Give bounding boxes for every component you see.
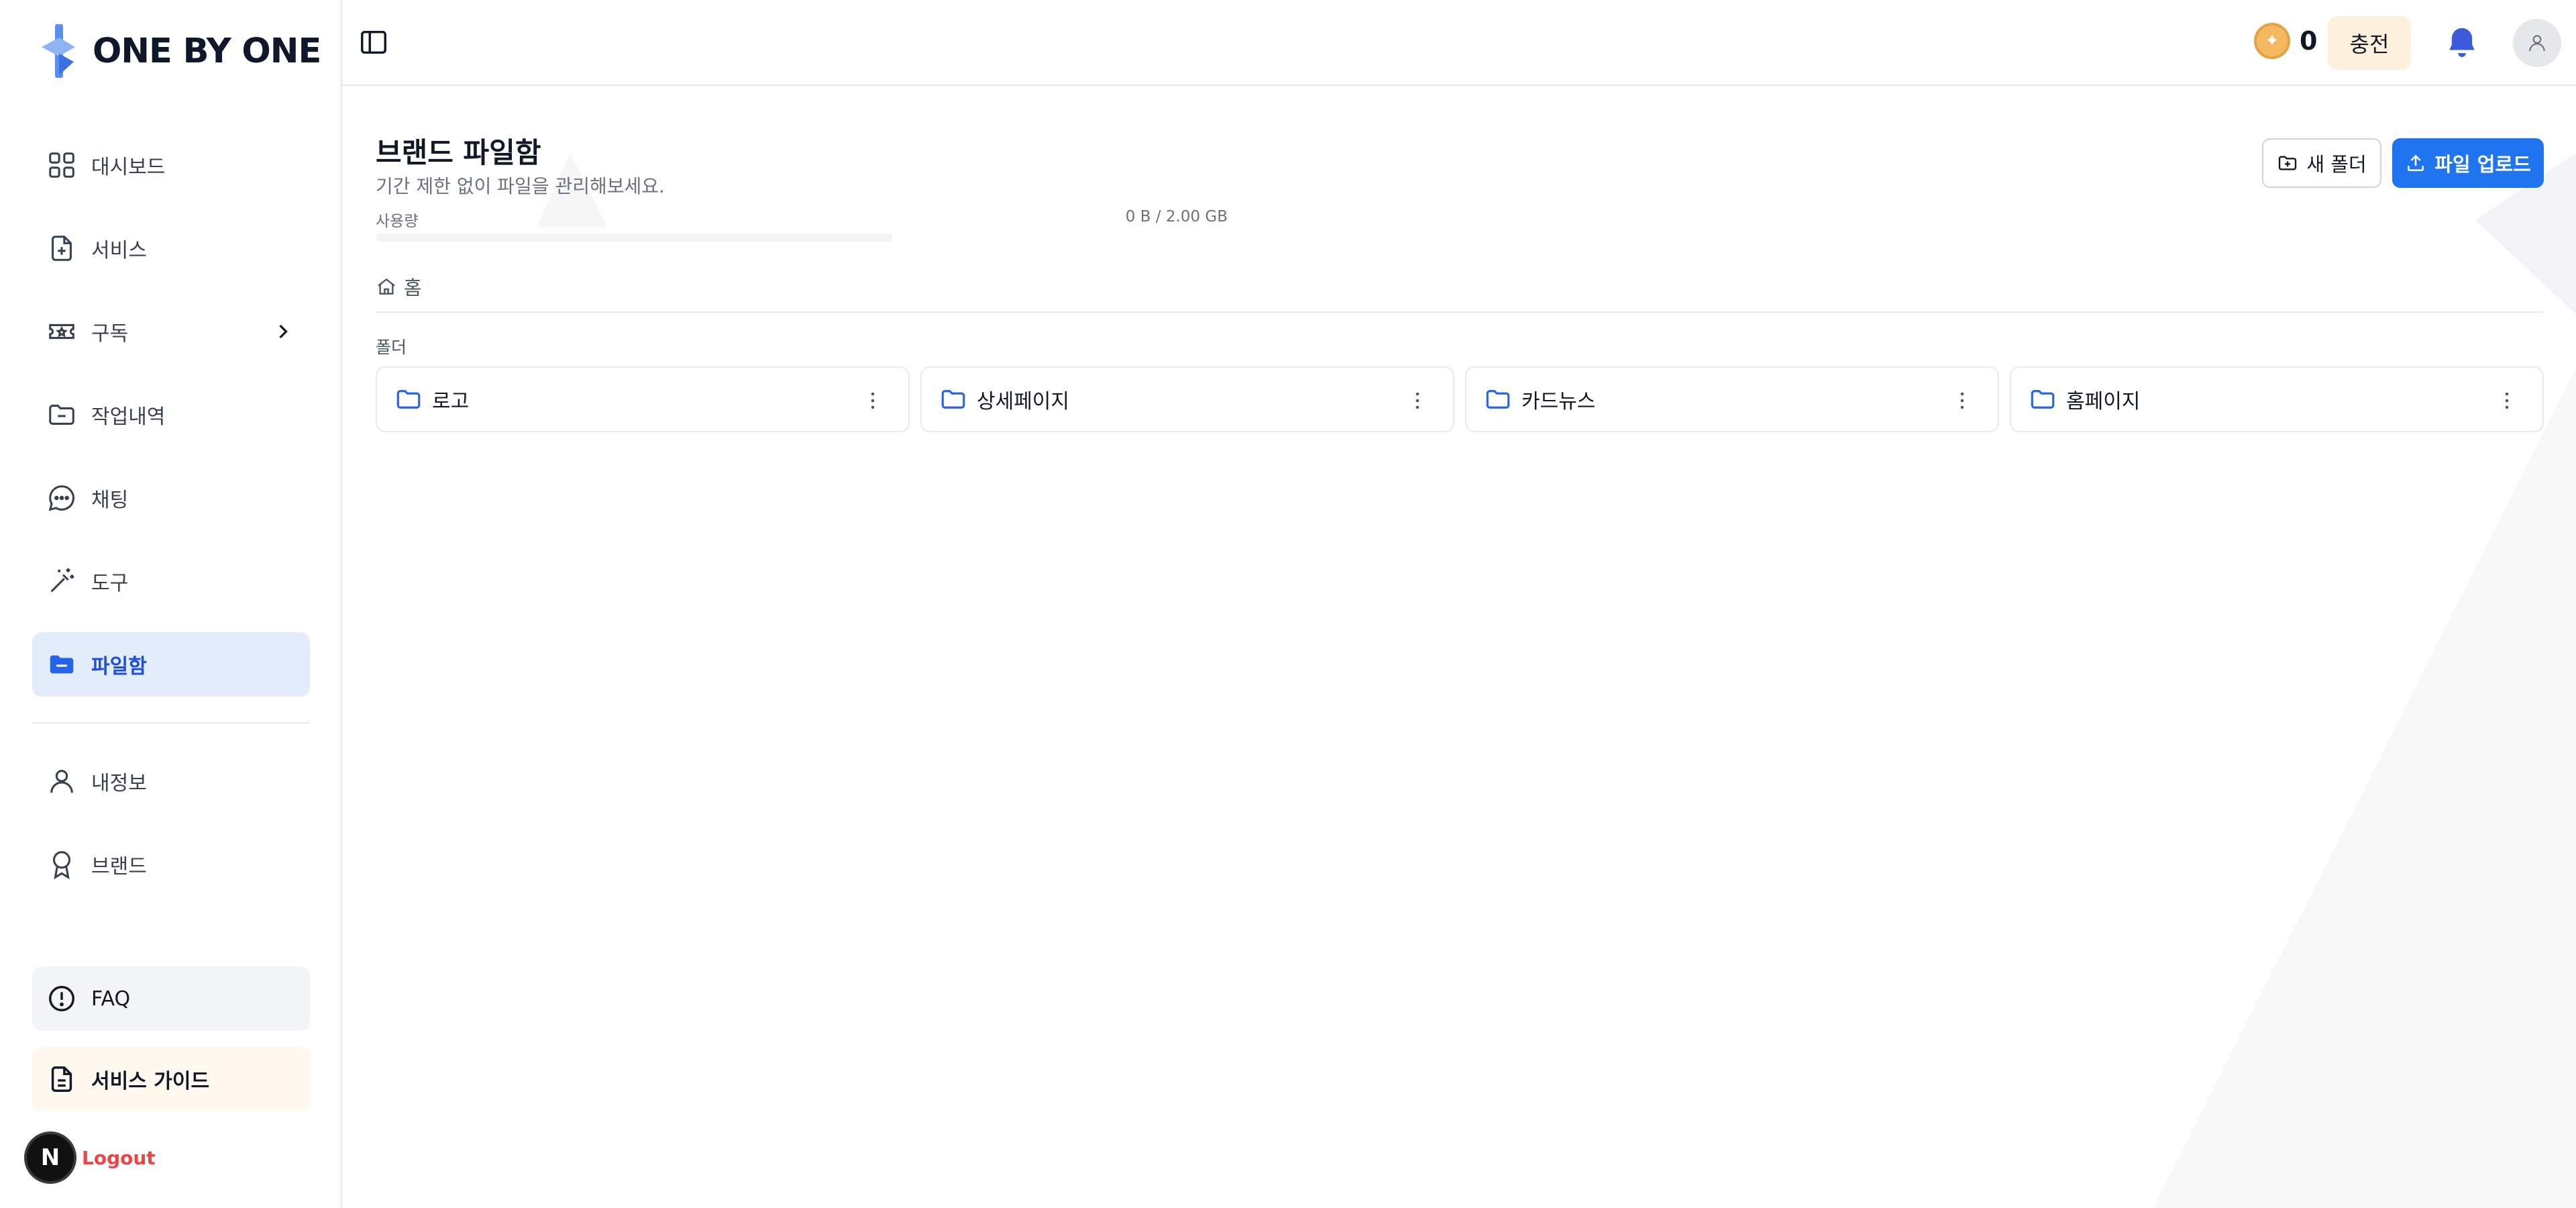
sidebar-toggle-icon[interactable] [358, 27, 389, 58]
alert-circle-icon [44, 981, 79, 1016]
service-guide-label: 서비스 가이드 [91, 1070, 210, 1093]
document-icon [44, 1062, 79, 1097]
sidebar-item-file-box[interactable]: 파일함 [32, 632, 310, 697]
sidebar-item-subscription[interactable]: 구독 [32, 299, 310, 364]
sidebar-item-label: 파일함 [91, 655, 147, 678]
upload-icon [2408, 154, 2424, 171]
chat-bubble-icon [44, 481, 79, 515]
app-root: ONE BY ONE 대시보드 서비스 구독 작업내역 채팅 도구 파일함 내정… [0, 0, 2576, 1208]
brand-logo[interactable]: ONE BY ONE [35, 24, 321, 78]
sidebar-item-label: 작업내역 [91, 405, 166, 429]
file-plus-icon [44, 231, 79, 266]
sidebar-item-my-info[interactable]: 내정보 [32, 749, 310, 813]
new-folder-label: 새 폴더 [2306, 153, 2367, 176]
charge-button[interactable]: 충전 [2328, 16, 2411, 70]
coin-count: 0 [2300, 26, 2318, 56]
user-avatar[interactable] [2513, 19, 2561, 67]
grid-icon [44, 148, 79, 183]
sidebar-item-label: 브랜드 [91, 855, 147, 878]
brand-logo-icon [42, 24, 75, 78]
more-vertical-icon[interactable] [1951, 389, 1974, 412]
sidebar-item-brand[interactable]: 브랜드 [32, 832, 310, 897]
folder-icon [44, 647, 79, 682]
coin-balance: ✦ 0 [2254, 23, 2317, 59]
sidebar-item-label: 내정보 [91, 772, 147, 795]
usage-label: 사용량 [376, 213, 419, 230]
sidebar-divider [32, 722, 310, 723]
usage-value: 0 B / 2.00 GB [1125, 208, 1228, 225]
top-header: ✦ 0 충전 [342, 0, 2576, 86]
folder-name: 홈페이지 [2066, 390, 2141, 413]
coin-icon: ✦ [2254, 23, 2290, 59]
chevron-right-icon [279, 324, 288, 339]
magic-wand-icon [44, 564, 79, 599]
breadcrumb-home: 홈 [404, 276, 422, 299]
bell-icon[interactable] [2443, 24, 2481, 62]
sidebar-item-faq[interactable]: FAQ [32, 966, 310, 1031]
sidebar-item-label: 채팅 [91, 489, 129, 512]
folder-icon [2031, 390, 2055, 409]
sidebar-item-tools[interactable]: 도구 [32, 549, 310, 613]
folder-icon [396, 390, 421, 409]
brand-name: ONE BY ONE [93, 31, 321, 71]
file-upload-button[interactable]: 파일 업로드 [2392, 138, 2544, 188]
file-upload-label: 파일 업로드 [2434, 153, 2531, 176]
folder-plus-icon [2279, 156, 2297, 170]
home-icon [378, 278, 395, 295]
sidebar-item-label: 구독 [91, 322, 129, 346]
folder-card[interactable]: 상세페이지 [920, 366, 1454, 432]
sidebar-item-chat[interactable]: 채팅 [32, 466, 310, 530]
avatar: N [24, 1131, 76, 1184]
user-icon [44, 764, 79, 799]
sidebar-item-label: 도구 [91, 572, 129, 595]
sidebar-item-label: 대시보드 [91, 156, 166, 179]
more-vertical-icon[interactable] [2496, 389, 2518, 412]
award-icon [44, 847, 79, 882]
faq-label: FAQ [91, 987, 131, 1011]
breadcrumb-divider [376, 311, 2544, 313]
sidebar-item-service[interactable]: 서비스 [32, 216, 310, 281]
new-folder-button[interactable]: 새 폴더 [2262, 138, 2381, 188]
logout-label: Logout [82, 1146, 156, 1169]
folders-section-label: 폴더 [376, 338, 407, 357]
usage-progress-bar [376, 234, 892, 242]
folder-card[interactable]: 로고 [376, 366, 910, 432]
folder-name: 상세페이지 [977, 390, 1069, 413]
more-vertical-icon[interactable] [1406, 389, 1429, 412]
breadcrumb[interactable]: 홈 [376, 272, 422, 301]
folder-icon [1486, 390, 1510, 409]
user-icon [2529, 35, 2545, 52]
more-vertical-icon[interactable] [861, 389, 884, 412]
sidebar: ONE BY ONE 대시보드 서비스 구독 작업내역 채팅 도구 파일함 내정… [0, 0, 342, 1208]
background-decoration [537, 153, 2576, 1208]
main-content: 브랜드 파일함 기간 제한 없이 파일을 관리해보세요. 사용량 0 B / 2… [342, 86, 2576, 1208]
sidebar-item-dashboard[interactable]: 대시보드 [32, 133, 310, 197]
logout-button[interactable]: N Logout [24, 1131, 156, 1184]
page-subtitle: 기간 제한 없이 파일을 관리해보세요. [376, 175, 665, 197]
sidebar-item-work-history[interactable]: 작업내역 [32, 383, 310, 447]
page-title: 브랜드 파일함 [376, 136, 541, 169]
folder-minus-icon [44, 397, 79, 432]
ticket-icon [44, 314, 79, 349]
folder-name: 카드뉴스 [1521, 390, 1596, 413]
folder-icon [941, 390, 965, 409]
folder-name: 로고 [432, 390, 470, 413]
sidebar-item-service-guide[interactable]: 서비스 가이드 [32, 1047, 310, 1111]
folder-card[interactable]: 홈페이지 [2010, 366, 2544, 432]
sidebar-item-label: 서비스 [91, 239, 147, 262]
folder-card[interactable]: 카드뉴스 [1465, 366, 1999, 432]
